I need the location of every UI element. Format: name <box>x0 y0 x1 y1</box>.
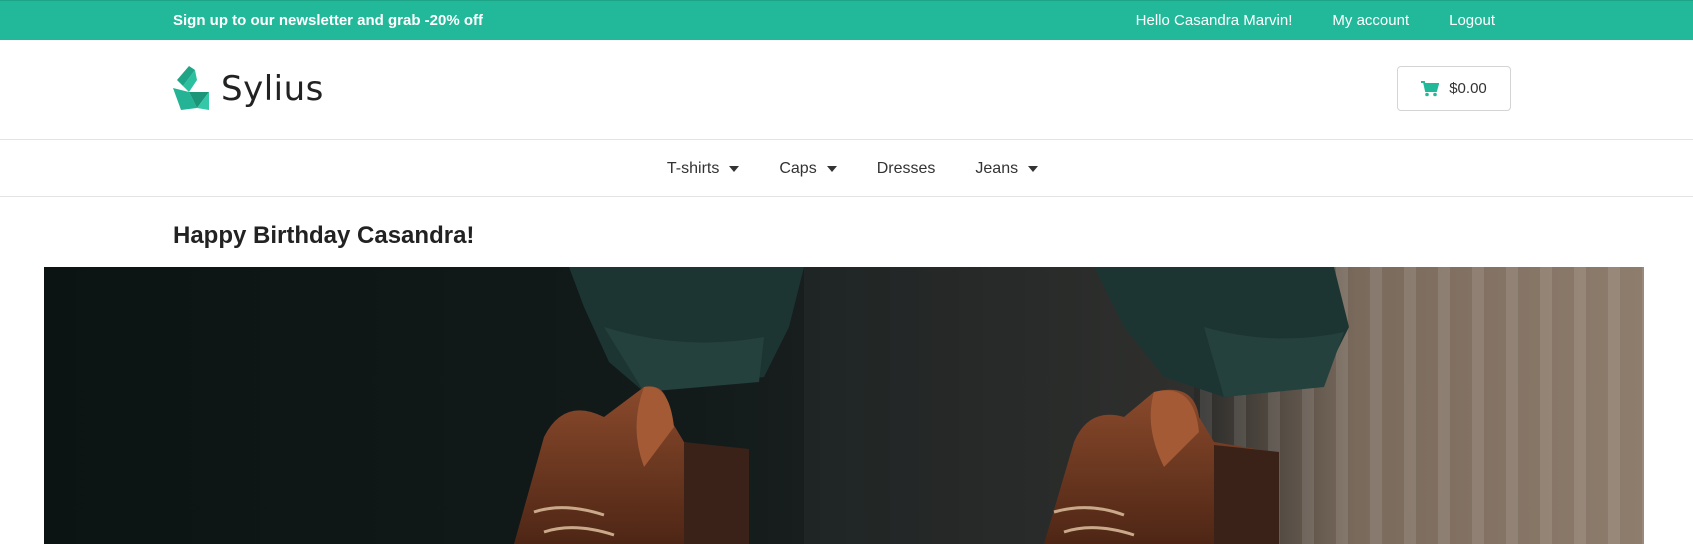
user-greeting-link[interactable]: Hello Casandra Marvin! <box>1136 12 1293 29</box>
main-menu: T-shirts Caps Dresses Jeans <box>0 141 1693 197</box>
menu-item-label: T-shirts <box>666 160 720 177</box>
menu-item-label: Dresses <box>876 160 936 177</box>
top-bar: Sign up to our newsletter and grab -20% … <box>0 0 1693 40</box>
menu-item-dresses[interactable]: Dresses <box>877 160 936 178</box>
caret-down-icon <box>729 166 740 172</box>
logout-link[interactable]: Logout <box>1449 12 1495 29</box>
account-links: Hello Casandra Marvin! My account Logout <box>1136 12 1495 29</box>
menu-item-label: Caps <box>779 160 817 177</box>
site-header: Sylius $0.00 <box>0 40 1693 140</box>
menu-item-tshirts[interactable]: T-shirts <box>666 160 740 178</box>
page-title: Happy Birthday Casandra! <box>173 222 475 249</box>
hero-photo-boots <box>44 267 1644 544</box>
hero-banner-image[interactable] <box>44 267 1644 544</box>
menu-item-jeans[interactable]: Jeans <box>975 160 1039 178</box>
menu-item-caps[interactable]: Caps <box>779 160 837 178</box>
cart-icon <box>1421 80 1440 96</box>
logo-text: Sylius <box>221 69 324 109</box>
caret-down-icon <box>1028 166 1039 172</box>
cart-button[interactable]: $0.00 <box>1397 66 1511 111</box>
menu-item-label: Jeans <box>975 160 1019 177</box>
sylius-logo-icon <box>173 66 209 110</box>
cart-total: $0.00 <box>1449 80 1487 97</box>
my-account-link[interactable]: My account <box>1332 12 1409 29</box>
logo[interactable]: Sylius <box>173 66 324 112</box>
caret-down-icon <box>826 166 837 172</box>
newsletter-promo[interactable]: Sign up to our newsletter and grab -20% … <box>173 12 483 29</box>
